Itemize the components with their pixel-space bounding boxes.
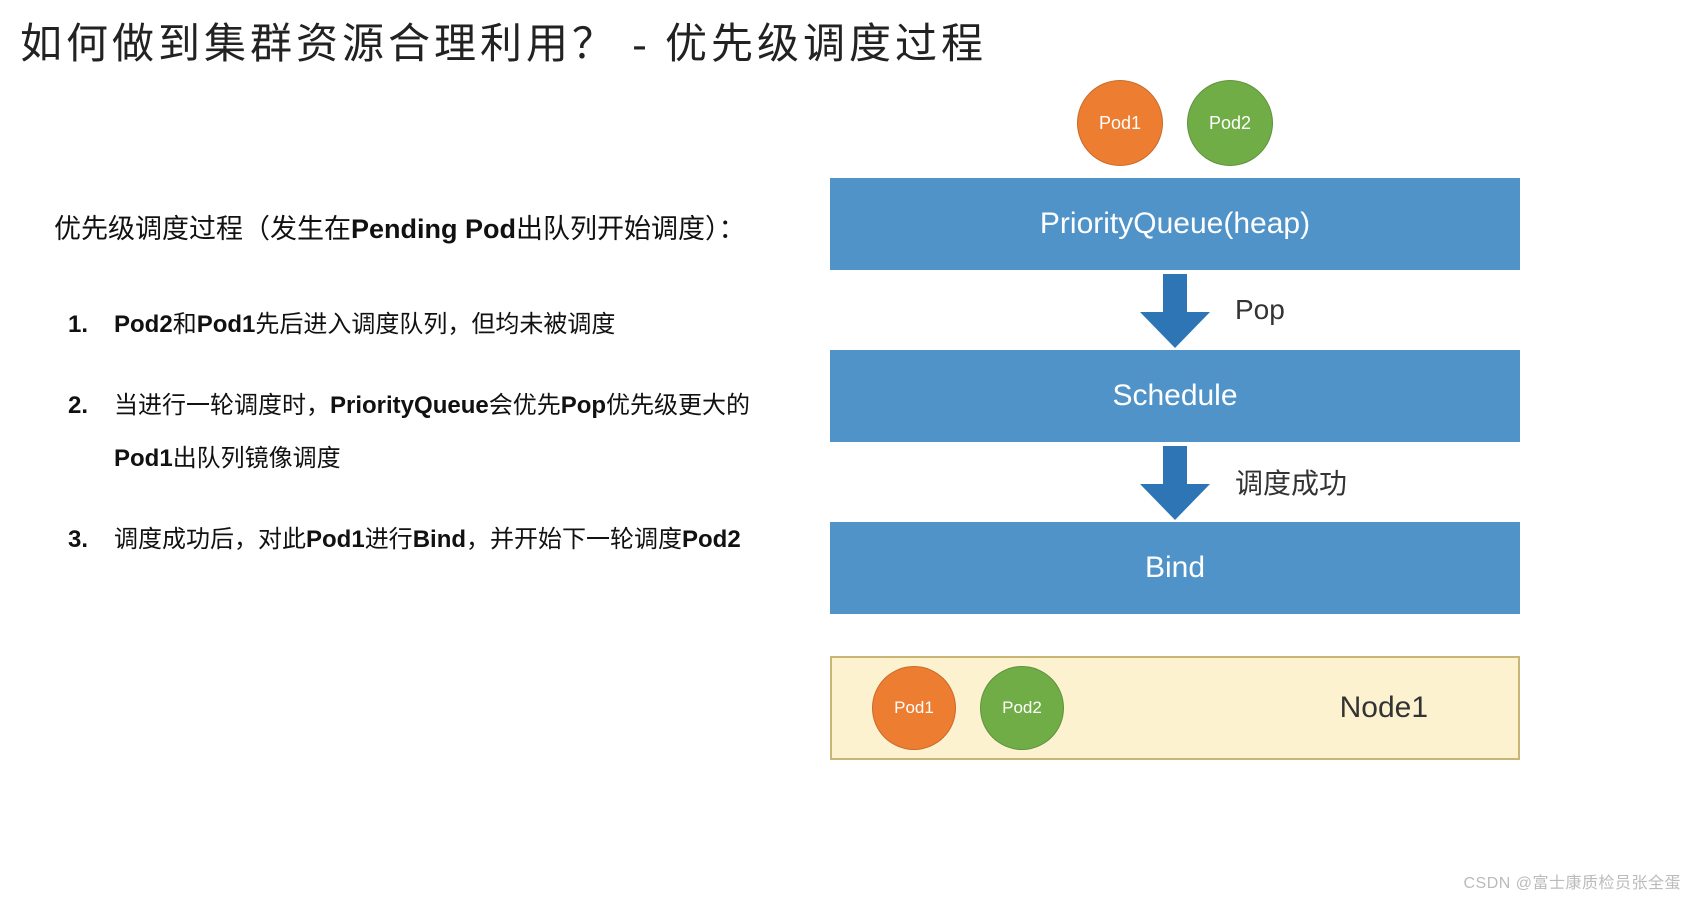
pod2-circle: Pod2 (1187, 80, 1273, 166)
step3-c: 进行 (365, 526, 413, 553)
step3-a: 调度成功后，对此 (114, 526, 306, 553)
node-pod2-circle: Pod2 (980, 666, 1064, 750)
step2-priorityqueue: PriorityQueue (330, 392, 489, 419)
step2-pop: Pop (561, 392, 606, 419)
gap-pop: Pop (830, 270, 1520, 350)
step1-pod2: Pod2 (114, 311, 173, 338)
pod1-circle: Pod1 (1077, 80, 1163, 166)
arrow-down-icon (1140, 446, 1210, 520)
page-title: 如何做到集群资源合理利用？ - 优先级调度过程 (20, 10, 987, 71)
step-2: 当进行一轮调度时，PriorityQueue会优先Pop优先级更大的 Pod1出队… (54, 380, 754, 486)
node1-label: Node1 (1340, 691, 1428, 725)
step3-pod1: Pod1 (306, 526, 365, 553)
lead-bold-pending-pod: Pending Pod (351, 214, 516, 244)
step2-e: 优先级更大的 (606, 392, 750, 419)
watermark-text: CSDN @富士康质检员张全蛋 (1463, 869, 1681, 893)
step1-pod1: Pod1 (197, 311, 256, 338)
gap-schedule-success: 调度成功 (830, 442, 1520, 522)
stage-bind: Bind (830, 522, 1520, 614)
flow-diagram: Pod1 Pod2 PriorityQueue(heap) Pop Schedu… (830, 80, 1520, 760)
step2-c: 会优先 (489, 392, 561, 419)
stage-schedule: Schedule (830, 350, 1520, 442)
step2-pod1: Pod1 (114, 445, 173, 472)
step1-and: 和 (173, 311, 197, 338)
step-1: Pod2和Pod1先后进入调度队列，但均未被调度 (54, 299, 754, 352)
step3-pod2: Pod2 (682, 526, 741, 553)
step3-bind: Bind (413, 526, 466, 553)
stage-priorityqueue: PriorityQueue(heap) (830, 178, 1520, 270)
top-pod-row: Pod1 Pod2 (830, 80, 1520, 166)
node1-box: Pod1 Pod2 Node1 (830, 656, 1520, 760)
label-pop: Pop (1235, 294, 1285, 326)
description-column: 优先级调度过程（发生在Pending Pod出队列开始调度）： Pod2和Pod… (54, 200, 754, 595)
lead-pre: 优先级调度过程（发生在 (54, 214, 351, 244)
step3-e: ，并开始下一轮调度 (466, 526, 682, 553)
lead-text: 优先级调度过程（发生在Pending Pod出队列开始调度）： (54, 200, 754, 259)
step2-g: 出队列镜像调度 (173, 445, 341, 472)
step-3: 调度成功后，对此Pod1进行Bind，并开始下一轮调度Pod2 (54, 514, 754, 567)
steps-list: Pod2和Pod1先后进入调度队列，但均未被调度 当进行一轮调度时，Priori… (54, 299, 754, 566)
step2-a: 当进行一轮调度时， (114, 392, 330, 419)
node-pod1-circle: Pod1 (872, 666, 956, 750)
step1-rest: 先后进入调度队列，但均未被调度 (255, 311, 615, 338)
label-schedule-success: 调度成功 (1235, 462, 1347, 502)
arrow-down-icon (1140, 274, 1210, 348)
lead-post: 出队列开始调度）： (516, 214, 746, 244)
